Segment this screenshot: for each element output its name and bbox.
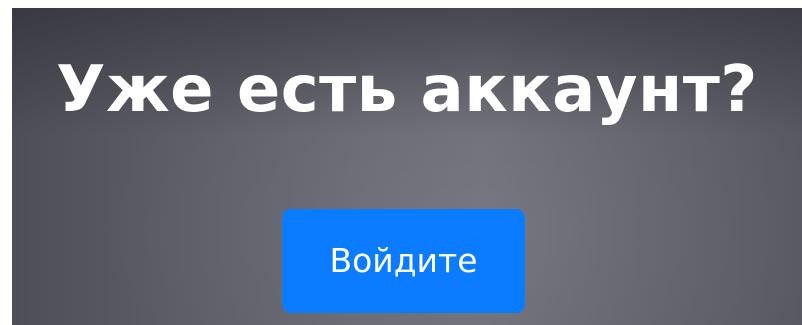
login-prompt-heading: Уже есть аккаунт? <box>56 53 758 127</box>
hero-section: Уже есть аккаунт? Войдите <box>12 8 802 325</box>
login-button[interactable]: Войдите <box>282 209 525 313</box>
